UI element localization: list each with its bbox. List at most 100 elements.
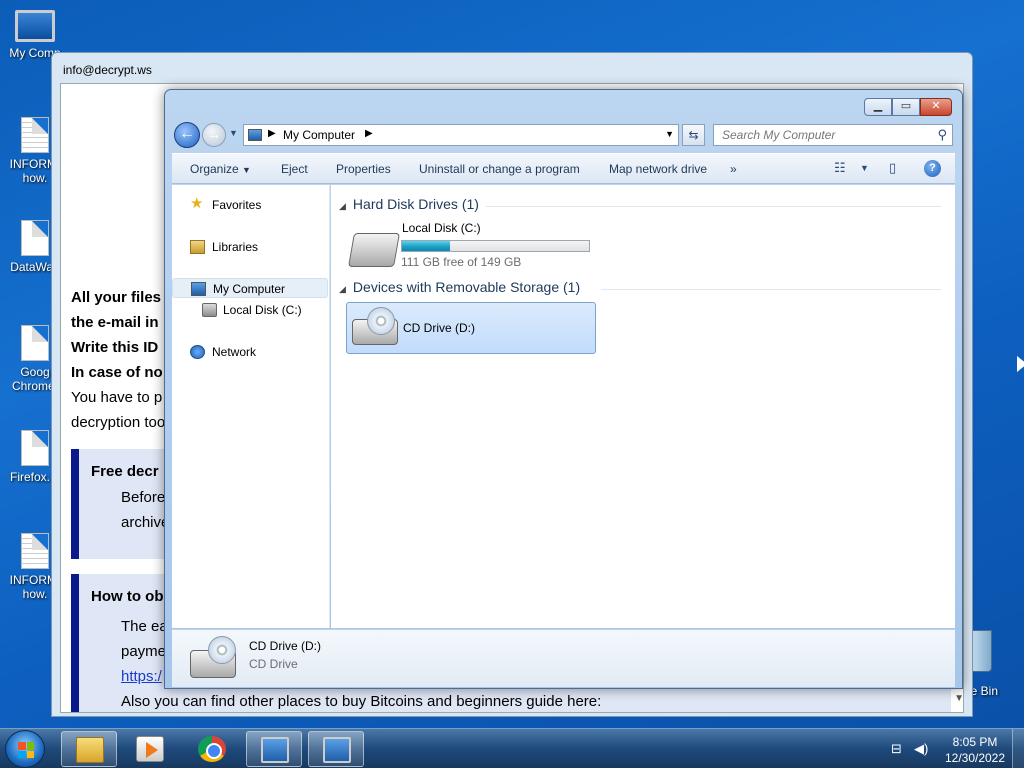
chevron-down-icon: ▼ bbox=[242, 165, 251, 175]
details-type: CD Drive bbox=[249, 657, 298, 671]
chevron-right-icon[interactable]: ▶ bbox=[268, 128, 276, 139]
close-button[interactable]: ✕ bbox=[920, 98, 952, 116]
network-icon bbox=[190, 345, 205, 359]
nav-item-label: Network bbox=[212, 345, 257, 359]
nav-item-local-disk[interactable]: Local Disk (C:) bbox=[172, 300, 328, 320]
command-bar: Organize ▼ Eject Properties Uninstall or… bbox=[172, 153, 955, 184]
hard-disk-icon bbox=[202, 303, 217, 317]
organize-menu[interactable]: Organize ▼ bbox=[190, 162, 251, 176]
chevron-down-icon[interactable]: ▼ bbox=[665, 129, 674, 139]
collapse-triangle-icon: ◢ bbox=[339, 201, 346, 211]
nav-item-label: Libraries bbox=[212, 240, 259, 254]
start-button[interactable] bbox=[5, 730, 45, 768]
explorer-window[interactable]: ▁ ▭ ✕ ← → ▼ ▶ My Computer ▶ ▼ ⇆ Search M… bbox=[164, 89, 963, 689]
more-commands-button[interactable]: » bbox=[730, 162, 737, 176]
document-icon bbox=[21, 117, 49, 153]
folder-icon bbox=[76, 737, 104, 763]
box-text: archive bbox=[121, 514, 170, 531]
back-button[interactable]: ← bbox=[174, 122, 200, 148]
maximize-button[interactable]: ▭ bbox=[892, 98, 920, 116]
clock-date: 12/30/2022 bbox=[944, 751, 1006, 765]
taskbar-chrome-button[interactable] bbox=[184, 731, 240, 767]
nav-item-my-computer[interactable]: My Computer bbox=[172, 278, 328, 298]
minimize-button[interactable]: ▁ bbox=[864, 98, 892, 116]
search-input[interactable]: Search My Computer ⚲ bbox=[713, 124, 953, 146]
content-pane: ◢ Hard Disk Drives (1) Local Disk (C:) 11… bbox=[331, 185, 955, 628]
taskbar: ⊟ ◀) 8:05 PM 12/30/2022 bbox=[0, 728, 1024, 768]
taskbar-media-player-button[interactable] bbox=[122, 731, 178, 767]
network-tray-icon[interactable]: ⊟ bbox=[891, 741, 902, 757]
disk-usage-bar bbox=[401, 240, 590, 252]
properties-button[interactable]: Properties bbox=[336, 162, 391, 176]
star-icon: ★ bbox=[190, 195, 204, 212]
box-text: Before bbox=[121, 489, 166, 506]
taskbar-app-button-1[interactable] bbox=[246, 731, 302, 767]
search-icon[interactable]: ⚲ bbox=[937, 127, 947, 143]
document-icon bbox=[21, 325, 49, 361]
note-line: Write this ID bbox=[71, 339, 159, 356]
drive-name: CD Drive (D:) bbox=[403, 321, 475, 335]
group-divider bbox=[601, 289, 941, 290]
computer-icon bbox=[15, 10, 55, 42]
breadcrumb-my-computer[interactable]: My Computer bbox=[283, 128, 355, 142]
clock[interactable]: 8:05 PM 12/30/2022 bbox=[940, 734, 1010, 766]
cd-disc-icon bbox=[367, 307, 395, 335]
address-bar[interactable]: ▶ My Computer ▶ ▼ bbox=[243, 124, 679, 146]
mouse-cursor-icon bbox=[1017, 356, 1024, 372]
group-header-removable[interactable]: ◢ Devices with Removable Storage (1) bbox=[339, 279, 580, 295]
clock-time: 8:05 PM bbox=[952, 735, 998, 749]
map-network-drive-button[interactable]: Map network drive bbox=[609, 162, 707, 176]
nav-item-label: My Computer bbox=[213, 282, 286, 296]
recent-pages-dropdown[interactable]: ▼ bbox=[229, 128, 238, 138]
drive-name: Local Disk (C:) bbox=[402, 221, 481, 235]
window-title: info@decrypt.ws bbox=[63, 63, 152, 77]
note-line: All your files bbox=[71, 289, 162, 306]
nav-item-network[interactable]: Network bbox=[172, 342, 328, 362]
caption-buttons: ▁ ▭ ✕ bbox=[864, 98, 952, 116]
box-text: Also you can find other places to buy Bi… bbox=[121, 693, 602, 710]
preview-pane-icon[interactable]: ▯ bbox=[889, 160, 896, 176]
computer-icon bbox=[248, 129, 262, 141]
bitcoin-link[interactable]: https:/ bbox=[121, 668, 162, 685]
change-view-icon[interactable]: ☷ bbox=[834, 160, 846, 176]
group-divider bbox=[486, 206, 941, 207]
chrome-icon bbox=[198, 736, 226, 762]
note-line: decryption too bbox=[71, 414, 166, 431]
hard-disk-icon bbox=[348, 233, 400, 267]
recycle-bin-icon bbox=[970, 630, 992, 672]
nav-item-label: Local Disk (C:) bbox=[223, 303, 302, 317]
computer-icon bbox=[191, 282, 206, 296]
help-icon[interactable]: ? bbox=[924, 160, 941, 177]
taskbar-explorer-button[interactable] bbox=[61, 731, 117, 767]
details-pane: CD Drive (D:) CD Drive bbox=[172, 629, 955, 687]
drive-local-disk-c[interactable]: Local Disk (C:) 111 GB free of 149 GB bbox=[346, 215, 596, 270]
library-icon bbox=[190, 240, 205, 254]
document-icon bbox=[21, 220, 49, 256]
chevron-right-icon[interactable]: ▶ bbox=[365, 128, 373, 139]
nav-item-libraries[interactable]: Libraries bbox=[172, 237, 328, 257]
nav-item-favorites[interactable]: ★ Favorites bbox=[172, 195, 328, 215]
nav-item-label: Favorites bbox=[212, 198, 262, 212]
box-text: The ea bbox=[121, 618, 168, 635]
eject-button[interactable]: Eject bbox=[281, 162, 308, 176]
windows-logo-icon bbox=[18, 742, 34, 758]
details-name: CD Drive (D:) bbox=[249, 639, 321, 653]
drive-free-space: 111 GB free of 149 GB bbox=[401, 255, 522, 269]
drive-cd-d[interactable]: CD Drive (D:) bbox=[346, 302, 596, 354]
collapse-triangle-icon: ◢ bbox=[339, 284, 346, 294]
refresh-button[interactable]: ⇆ bbox=[682, 124, 705, 146]
chevron-down-icon[interactable]: ▼ bbox=[860, 163, 869, 173]
scroll-down-icon[interactable]: ▼ bbox=[954, 693, 964, 704]
box-text: payme bbox=[121, 643, 167, 660]
installer-icon bbox=[261, 737, 289, 763]
forward-button[interactable]: → bbox=[202, 123, 226, 147]
uninstall-program-button[interactable]: Uninstall or change a program bbox=[419, 162, 580, 176]
box-heading: How to ob bbox=[91, 588, 164, 605]
taskbar-app-button-2[interactable] bbox=[308, 731, 364, 767]
group-header-hard-disk[interactable]: ◢ Hard Disk Drives (1) bbox=[339, 196, 479, 212]
document-icon bbox=[21, 430, 49, 466]
show-desktop-button[interactable] bbox=[1012, 729, 1024, 768]
volume-icon[interactable]: ◀) bbox=[914, 741, 928, 757]
box-heading: Free decr bbox=[91, 463, 159, 480]
installer-icon bbox=[323, 737, 351, 763]
